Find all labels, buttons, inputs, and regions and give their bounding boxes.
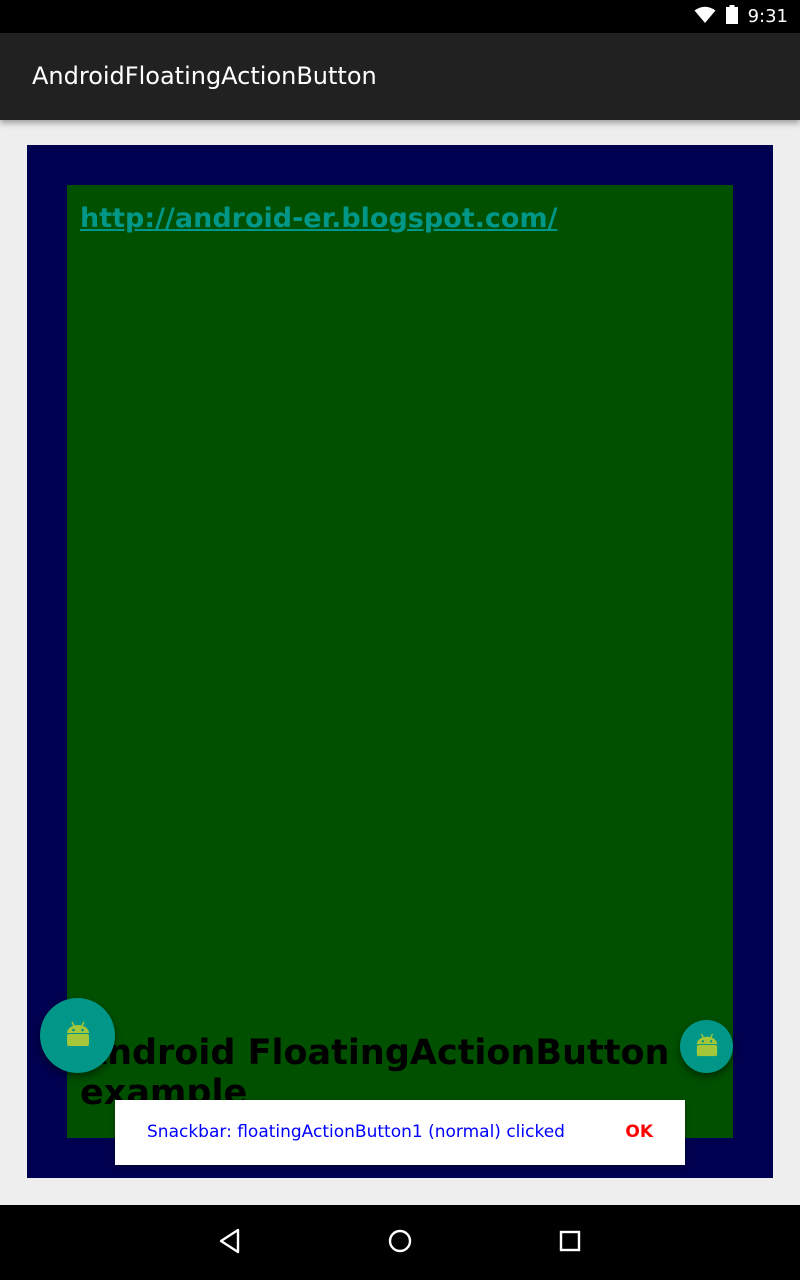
- android-robot-icon: [694, 1033, 720, 1061]
- snackbar-message: Snackbar: floatingActionButton1 (normal)…: [147, 1122, 565, 1142]
- snackbar: Snackbar: floatingActionButton1 (normal)…: [115, 1100, 685, 1165]
- app-bar: AndroidFloatingActionButton: [0, 33, 800, 120]
- home-circle-icon: [387, 1228, 413, 1258]
- recents-button[interactable]: [530, 1205, 610, 1280]
- navigation-bar: [0, 1205, 800, 1280]
- floating-action-button-normal[interactable]: [40, 998, 115, 1073]
- home-button[interactable]: [360, 1205, 440, 1280]
- inner-panel: http://android-er.blogspot.com/ Android …: [67, 185, 733, 1138]
- status-icons: 9:31: [694, 0, 788, 33]
- floating-action-button-mini[interactable]: [680, 1020, 733, 1073]
- snackbar-ok-button[interactable]: OK: [625, 1100, 653, 1165]
- back-button[interactable]: [190, 1205, 270, 1280]
- status-time: 9:31: [747, 6, 788, 27]
- android-robot-icon: [64, 1021, 92, 1051]
- battery-icon: [725, 5, 738, 28]
- app-title: AndroidFloatingActionButton: [32, 62, 377, 90]
- back-triangle-icon: [217, 1228, 243, 1258]
- outer-frame: http://android-er.blogspot.com/ Android …: [27, 145, 773, 1178]
- status-bar: 9:31: [0, 0, 800, 33]
- blog-link[interactable]: http://android-er.blogspot.com/: [80, 203, 557, 234]
- recents-square-icon: [558, 1229, 582, 1257]
- wifi-icon: [694, 6, 716, 28]
